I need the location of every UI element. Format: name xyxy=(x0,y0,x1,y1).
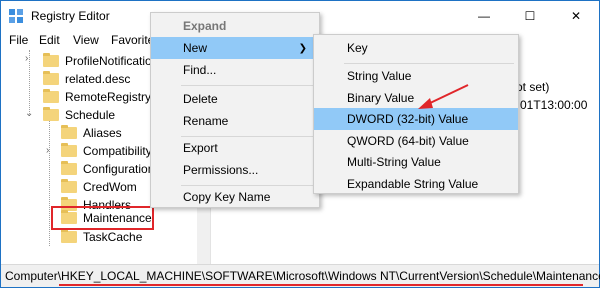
context-delete-label: Delete xyxy=(183,92,218,106)
maximize-button[interactable]: ☐ xyxy=(507,1,553,31)
submenu-qword-value-label: QWORD (64-bit) Value xyxy=(347,134,469,148)
tree-item[interactable]: Schedule xyxy=(43,106,115,124)
value-data-fragment: 01T13:00:00 xyxy=(520,98,588,112)
context-export[interactable]: Export xyxy=(151,137,319,159)
context-export-label: Export xyxy=(183,141,218,155)
tree-item-label: RemoteRegistry xyxy=(65,90,152,104)
tree-item[interactable]: ProfileNotificatio xyxy=(43,52,152,70)
submenu-qword-value[interactable]: QWORD (64-bit) Value xyxy=(314,130,518,152)
registry-path: Computer\HKEY_LOCAL_MACHINE\SOFTWARE\Mic… xyxy=(5,269,600,283)
submenu-expandable-string-value-label: Expandable String Value xyxy=(347,177,479,191)
tree-item[interactable]: RemoteRegistry xyxy=(43,88,151,106)
menu-separator xyxy=(344,63,514,64)
menu-view[interactable]: View xyxy=(73,33,99,47)
context-expand-label: Expand xyxy=(183,19,227,33)
chevron-right-icon[interactable]: › xyxy=(25,53,28,64)
minimize-icon: — xyxy=(478,9,490,23)
folder-icon xyxy=(61,179,77,193)
context-new-label: New xyxy=(183,41,208,55)
context-copy-key-name-label: Copy Key Name xyxy=(183,190,271,204)
chevron-right-icon: ❯ xyxy=(298,42,307,54)
folder-icon xyxy=(61,229,77,243)
registry-editor-icon xyxy=(9,9,23,23)
status-bar: Computer\HKEY_LOCAL_MACHINE\SOFTWARE\Mic… xyxy=(1,264,600,287)
menu-edit[interactable]: Edit xyxy=(39,33,60,47)
submenu-dword-value[interactable]: DWORD (32-bit) Value xyxy=(314,108,518,130)
tree-item[interactable]: Configuration xyxy=(61,160,154,178)
submenu-string-value[interactable]: String Value xyxy=(314,65,518,87)
context-new[interactable]: New ❯ xyxy=(151,37,319,59)
context-copy-key-name[interactable]: Copy Key Name xyxy=(151,186,319,208)
folder-icon xyxy=(43,89,59,103)
tree-item-label: Schedule xyxy=(65,108,116,122)
submenu-key[interactable]: Key xyxy=(314,37,518,59)
new-submenu: Key String Value Binary Value DWORD (32-… xyxy=(313,34,519,194)
context-rename-label: Rename xyxy=(183,114,229,128)
close-button[interactable]: ✕ xyxy=(553,1,599,31)
chevron-down-icon[interactable]: ⌄ xyxy=(25,108,33,119)
tree-item[interactable]: Compatibility xyxy=(61,142,152,160)
menu-file[interactable]: File xyxy=(9,33,28,47)
folder-icon xyxy=(43,107,59,121)
context-find[interactable]: Find... xyxy=(151,59,319,81)
submenu-dword-value-label: DWORD (32-bit) Value xyxy=(347,112,469,126)
context-menu: Expand New ❯ Find... Delete Rename Export… xyxy=(150,12,320,208)
folder-icon xyxy=(43,71,59,85)
tree-item-label: Configuration xyxy=(83,162,155,176)
submenu-key-label: Key xyxy=(347,41,368,55)
context-find-label: Find... xyxy=(183,63,217,77)
value-data-fragment: ot set) xyxy=(516,80,550,94)
close-icon: ✕ xyxy=(570,9,582,23)
tree-item-label: CredWom xyxy=(83,180,137,194)
tree-item-label: Compatibility xyxy=(83,144,152,158)
path-underline xyxy=(59,284,583,286)
context-permissions-label: Permissions... xyxy=(183,163,259,177)
menu-favorites[interactable]: Favorite xyxy=(111,33,154,47)
tree-item[interactable]: related.desc xyxy=(43,70,130,88)
context-expand[interactable]: Expand xyxy=(151,15,319,37)
menu-separator xyxy=(181,85,315,86)
submenu-string-value-label: String Value xyxy=(347,69,412,83)
chevron-right-icon[interactable]: › xyxy=(46,145,49,156)
submenu-expandable-string-value[interactable]: Expandable String Value xyxy=(314,173,518,195)
folder-icon xyxy=(43,53,59,67)
context-permissions[interactable]: Permissions... xyxy=(151,159,319,181)
tree-item-label: ProfileNotificatio xyxy=(65,54,152,68)
folder-icon xyxy=(61,161,77,175)
submenu-multi-string-value[interactable]: Multi-String Value xyxy=(314,151,518,173)
tree-item[interactable]: Aliases xyxy=(61,124,122,142)
submenu-binary-value-label: Binary Value xyxy=(347,91,415,105)
folder-icon xyxy=(61,125,77,139)
tree-item[interactable]: TaskCache xyxy=(61,228,142,246)
tree-item-label: related.desc xyxy=(65,72,131,86)
maintenance-highlight-box xyxy=(51,206,154,230)
tree-guide xyxy=(29,50,30,116)
folder-icon xyxy=(61,143,77,157)
submenu-multi-string-value-label: Multi-String Value xyxy=(347,155,441,169)
maximize-icon: ☐ xyxy=(524,9,536,23)
tree-item-label: TaskCache xyxy=(83,230,143,244)
window-title: Registry Editor xyxy=(31,9,110,23)
context-delete[interactable]: Delete xyxy=(151,88,319,110)
tree-guide xyxy=(49,116,50,246)
tree-item[interactable]: CredWom xyxy=(61,178,137,196)
tree-item-label: Aliases xyxy=(83,126,122,140)
context-rename[interactable]: Rename xyxy=(151,110,319,132)
minimize-button[interactable]: — xyxy=(461,1,507,31)
submenu-binary-value[interactable]: Binary Value xyxy=(314,87,518,109)
